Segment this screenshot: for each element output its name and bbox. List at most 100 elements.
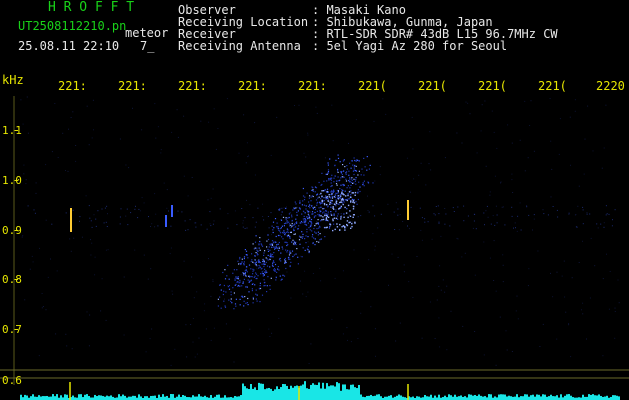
spectrum-bin: [182, 395, 184, 400]
noise-dot: [93, 129, 94, 131]
echo-dot: [355, 160, 357, 162]
echo-dot: [285, 218, 287, 220]
noise-dot: [463, 205, 465, 207]
noise-dot: [489, 257, 491, 259]
echo-dot: [288, 223, 291, 225]
spectrum-bin: [612, 395, 614, 400]
noise-dot: [100, 310, 102, 312]
echo-dot: [335, 205, 337, 207]
noise-dot: [138, 208, 140, 210]
noise-dot: [20, 99, 22, 101]
echo-dot: [247, 257, 249, 259]
echo-dot: [330, 211, 332, 213]
spectrum-bin: [24, 394, 26, 400]
noise-dot: [474, 331, 476, 332]
echo-dot: [300, 220, 303, 223]
echo-dot: [254, 247, 256, 249]
noise-dot: [438, 222, 440, 224]
echo-dot: [307, 236, 309, 238]
echo-dot: [336, 189, 338, 192]
echo-dot: [340, 205, 342, 208]
noise-dot: [385, 113, 387, 115]
noise-dot: [614, 337, 616, 339]
echo-dot: [295, 226, 297, 228]
noise-dot: [603, 147, 605, 149]
spectrum-bin: [320, 388, 322, 400]
noise-dot: [203, 310, 205, 312]
noise-dot: [372, 205, 374, 207]
echo-dot: [254, 275, 256, 277]
echo-dot: [237, 276, 239, 278]
noise-dot: [278, 317, 280, 319]
echo-dot: [254, 255, 256, 257]
noise-dot: [406, 157, 408, 159]
noise-dot: [614, 307, 616, 309]
echo-dot: [282, 216, 285, 218]
noise-dot: [207, 199, 209, 201]
noise-dot: [617, 279, 619, 281]
noise-dot: [176, 109, 178, 111]
echo-dot: [220, 289, 222, 291]
echo-dot: [309, 225, 311, 227]
x-tick-label: 221:: [118, 79, 147, 93]
echo-dot: [348, 191, 351, 193]
echo-dot: [343, 170, 345, 172]
echo-dot: [324, 213, 326, 215]
noise-dot: [438, 317, 440, 319]
echo-dot: [298, 225, 300, 227]
spectrum-bin: [454, 394, 456, 400]
noise-dot: [145, 351, 147, 353]
noise-dot: [45, 219, 47, 221]
echo-dot: [344, 229, 346, 231]
echo-dot: [342, 164, 344, 166]
spectrum-bin: [54, 396, 56, 400]
echo-dot: [255, 262, 257, 264]
echo-dot: [258, 267, 260, 269]
echo-dot: [280, 227, 282, 229]
spectrum-bin: [438, 394, 440, 400]
echo-dot: [353, 157, 355, 159]
echo-dot: [255, 272, 257, 274]
noise-dot: [243, 114, 245, 116]
noise-dot: [174, 348, 176, 350]
echo-dot: [349, 176, 351, 179]
echo-dot: [292, 239, 294, 241]
echo-dot: [228, 278, 230, 280]
noise-dot: [618, 302, 620, 304]
echo-dot: [234, 303, 237, 305]
echo-dot: [316, 222, 318, 224]
spectrum-bin: [472, 395, 474, 400]
echo-dot: [344, 190, 346, 192]
spectrum-bin: [356, 388, 358, 400]
frame-counter: 7_: [140, 39, 155, 53]
echo-dot: [310, 218, 313, 221]
spectrum-bin: [354, 387, 356, 400]
echo-dot: [337, 171, 339, 173]
noise-dot: [556, 338, 558, 340]
echo-dot: [223, 290, 225, 292]
echo-dot: [320, 184, 322, 186]
echo-dot: [326, 196, 329, 198]
noise-dot: [32, 261, 34, 263]
echo-dot: [346, 168, 348, 170]
echo-dot: [277, 248, 279, 250]
echo-dot: [296, 222, 298, 224]
echo-dot: [334, 228, 336, 231]
echo-dot: [354, 180, 356, 182]
echo-dot: [255, 252, 257, 254]
noise-dot: [519, 202, 521, 204]
noise-dot: [372, 233, 374, 235]
noise-dot: [614, 209, 616, 211]
noise-dot: [163, 182, 165, 184]
echo-dot: [275, 279, 277, 281]
x-tick-label: 2220: [596, 79, 625, 93]
noise-dot: [240, 274, 242, 276]
echo-dot: [318, 181, 320, 184]
echo-dot: [353, 202, 356, 204]
echo-dot: [338, 197, 340, 199]
echo-dot: [239, 256, 241, 259]
axis-unit: kHz: [2, 73, 24, 87]
echo-dot: [244, 272, 246, 274]
echo-dot: [346, 165, 348, 167]
spectrum-bin: [302, 384, 304, 400]
